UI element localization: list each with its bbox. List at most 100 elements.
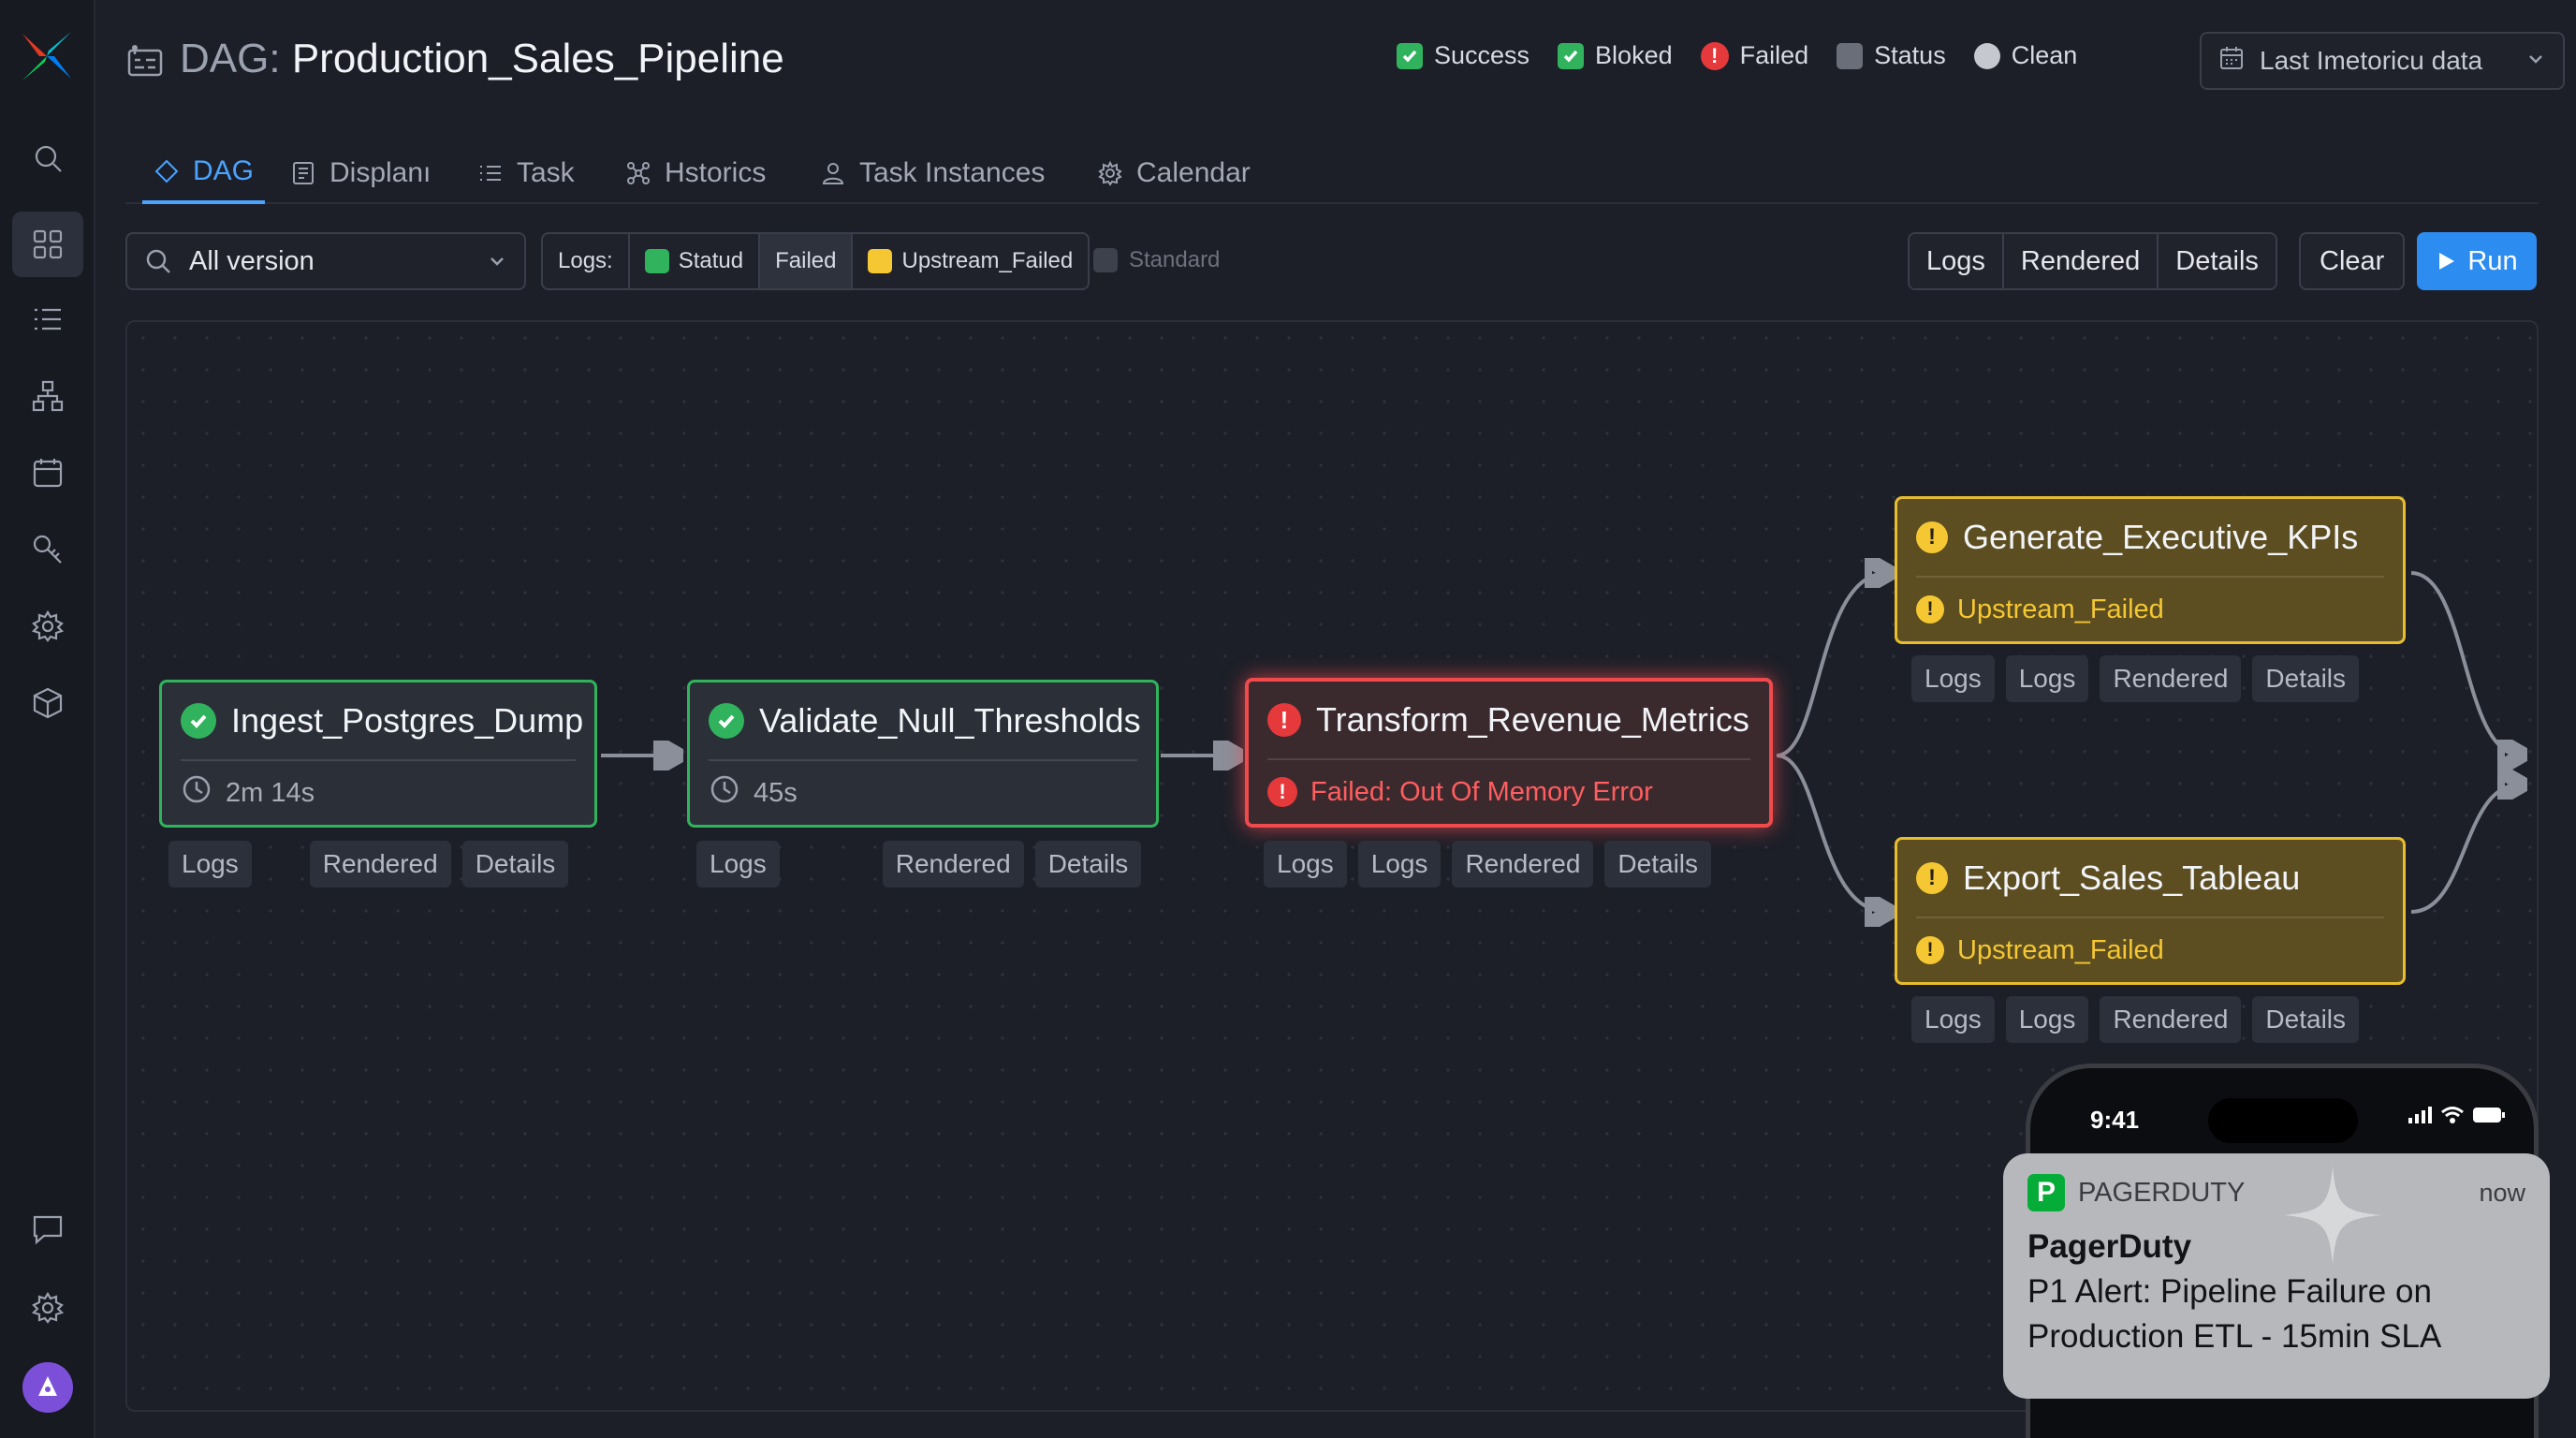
preferences-gear-icon[interactable] — [12, 1275, 83, 1341]
failed-alert-icon: ! — [1700, 41, 1729, 70]
date-range-select[interactable]: Last Imetoricu data — [2200, 32, 2565, 90]
task-node-validate[interactable]: Validate_Null_Thresholds 45s — [687, 680, 1159, 828]
task-details-button[interactable]: Details — [1034, 841, 1142, 888]
filter-standard[interactable]: Standard — [1093, 247, 1220, 273]
clock-icon — [709, 773, 740, 813]
key-icon[interactable] — [12, 517, 83, 582]
tab-task[interactable]: Task — [477, 142, 575, 204]
legend-failed[interactable]: ! Failed — [1700, 41, 1808, 70]
clean-dot-icon — [1973, 42, 2000, 69]
upstream-warning-icon: ! — [1916, 936, 1944, 964]
tab-task-label: Task — [517, 157, 575, 188]
task-details-button[interactable]: Details — [1604, 841, 1712, 888]
statud-square-icon — [644, 249, 669, 273]
legend-bloked-label: Bloked — [1595, 41, 1673, 69]
task-logs-button[interactable]: Logs — [1357, 841, 1442, 888]
chat-icon[interactable] — [12, 1196, 83, 1262]
task-logs-button[interactable]: Logs — [168, 841, 252, 888]
warning-icon: ! — [1916, 862, 1948, 894]
toolbar: All version Logs: Statud Failed Upstream… — [125, 232, 2539, 290]
tab-hstorics-label: Hstorics — [665, 157, 767, 188]
task-logs-button[interactable]: Logs — [2005, 996, 2089, 1043]
task-logs-button[interactable]: Logs — [1264, 841, 1347, 888]
tab-dag[interactable]: DAG — [142, 142, 266, 204]
search-icon — [146, 249, 170, 273]
version-select[interactable]: All version — [125, 232, 526, 290]
dynamic-island — [2208, 1098, 2358, 1143]
task-node-header: Ingest_Postgres_Dump — [181, 682, 583, 761]
run-button-label: Run — [2467, 245, 2518, 276]
task-logs-button[interactable]: Logs — [2005, 655, 2089, 702]
tab-calendar[interactable]: Calendar — [1097, 142, 1251, 204]
clear-button[interactable]: Clear — [2299, 232, 2406, 290]
standard-square-icon — [1093, 248, 1118, 272]
settings-gear-icon[interactable] — [12, 594, 83, 659]
task-node-kpis[interactable]: ! Generate_Executive_KPIs ! Upstream_Fai… — [1895, 496, 2406, 644]
legend-clean[interactable]: Clean — [1973, 41, 2077, 70]
filter-statud[interactable]: Statud — [630, 234, 761, 288]
bloked-check-icon — [1558, 42, 1585, 69]
list-icon — [480, 166, 501, 181]
hierarchy-icon[interactable] — [12, 363, 83, 429]
legend-status[interactable]: Status — [1837, 41, 1946, 70]
task-details-button[interactable]: Details — [2252, 996, 2360, 1043]
phone-time: 9:41 — [2090, 1106, 2140, 1134]
success-check-icon — [709, 703, 744, 739]
edge-tableau-out — [2410, 785, 2520, 914]
legend-success[interactable]: Success — [1397, 41, 1530, 70]
task-name: Validate_Null_Thresholds — [759, 701, 1141, 740]
task-actions-ingest: Logs Rendered Details — [168, 841, 569, 888]
dashboard-grid-icon[interactable] — [12, 212, 83, 277]
filter-failed[interactable]: Failed — [760, 234, 854, 288]
task-actions-validate: Logs Rendered Details — [696, 841, 1142, 888]
logs-filter-label: Logs: — [543, 234, 630, 288]
numbered-list-icon[interactable] — [12, 286, 83, 352]
tab-task-instances[interactable]: Task Instances — [820, 142, 1045, 204]
filter-standard-label: Standard — [1129, 247, 1221, 272]
wifi-icon — [2441, 1107, 2464, 1123]
task-logs-button[interactable]: Logs — [1911, 996, 1995, 1043]
task-status-message: ! Upstream_Failed — [1916, 578, 2384, 641]
details-button[interactable]: Details — [2159, 234, 2276, 288]
filter-upstream-failed[interactable]: Upstream_Failed — [853, 234, 1088, 288]
sidebar — [0, 0, 95, 1438]
signal-icon — [2408, 1107, 2432, 1123]
calendar-icon[interactable] — [12, 440, 83, 506]
user-avatar[interactable] — [22, 1362, 73, 1413]
legend-success-label: Success — [1434, 41, 1530, 69]
page-title-prefix: DAG: — [180, 36, 281, 81]
task-duration-value: 45s — [754, 777, 798, 808]
task-rendered-button[interactable]: Rendered — [2100, 996, 2242, 1043]
search-icon[interactable] — [12, 125, 83, 191]
task-name: Generate_Executive_KPIs — [1963, 518, 2359, 556]
success-check-icon — [1397, 42, 1423, 69]
task-node-header: ! Transform_Revenue_Metrics — [1267, 682, 1750, 760]
task-node-header: Validate_Null_Thresholds — [709, 682, 1141, 761]
notification-body: P1 Alert: Pipeline Failure on Production… — [2027, 1273, 2442, 1355]
airflow-logo-icon[interactable] — [19, 28, 75, 84]
task-rendered-button[interactable]: Rendered — [1452, 841, 1594, 888]
task-error-text: Failed: Out Of Memory Error — [1310, 776, 1653, 807]
task-rendered-button[interactable]: Rendered — [882, 841, 1024, 888]
task-logs-button[interactable]: Logs — [1911, 655, 1995, 702]
task-details-button[interactable]: Details — [2252, 655, 2360, 702]
task-node-transform[interactable]: ! Transform_Revenue_Metrics ! Failed: Ou… — [1245, 678, 1773, 828]
task-logs-button[interactable]: Logs — [696, 841, 780, 888]
task-rendered-button[interactable]: Rendered — [2100, 655, 2242, 702]
logs-button[interactable]: Logs — [1910, 234, 2004, 288]
task-node-ingest[interactable]: Ingest_Postgres_Dump 2m 14s — [159, 680, 597, 828]
task-node-tableau[interactable]: ! Export_Sales_Tableau ! Upstream_Failed — [1895, 837, 2406, 985]
tab-hstorics[interactable]: Hstorics — [625, 142, 766, 204]
tab-displani[interactable]: Displanı — [290, 142, 431, 204]
plugin-cube-icon[interactable] — [12, 670, 83, 736]
task-details-button[interactable]: Details — [461, 841, 569, 888]
run-button[interactable]: Run — [2417, 232, 2537, 290]
notification-header: P PAGERDUTY now — [2027, 1174, 2525, 1211]
logs-filter-group: Logs: Statud Failed Upstream_Failed — [541, 232, 1090, 290]
edge-transform-tableau — [1776, 754, 1887, 912]
task-actions-tableau: Logs Logs Rendered Details — [1911, 996, 2360, 1043]
rendered-button[interactable]: Rendered — [2003, 234, 2159, 288]
push-notification[interactable]: P PAGERDUTY now PagerDuty P1 Alert: Pipe… — [2003, 1153, 2550, 1399]
task-rendered-button[interactable]: Rendered — [309, 841, 451, 888]
legend-bloked[interactable]: Bloked — [1558, 41, 1673, 70]
